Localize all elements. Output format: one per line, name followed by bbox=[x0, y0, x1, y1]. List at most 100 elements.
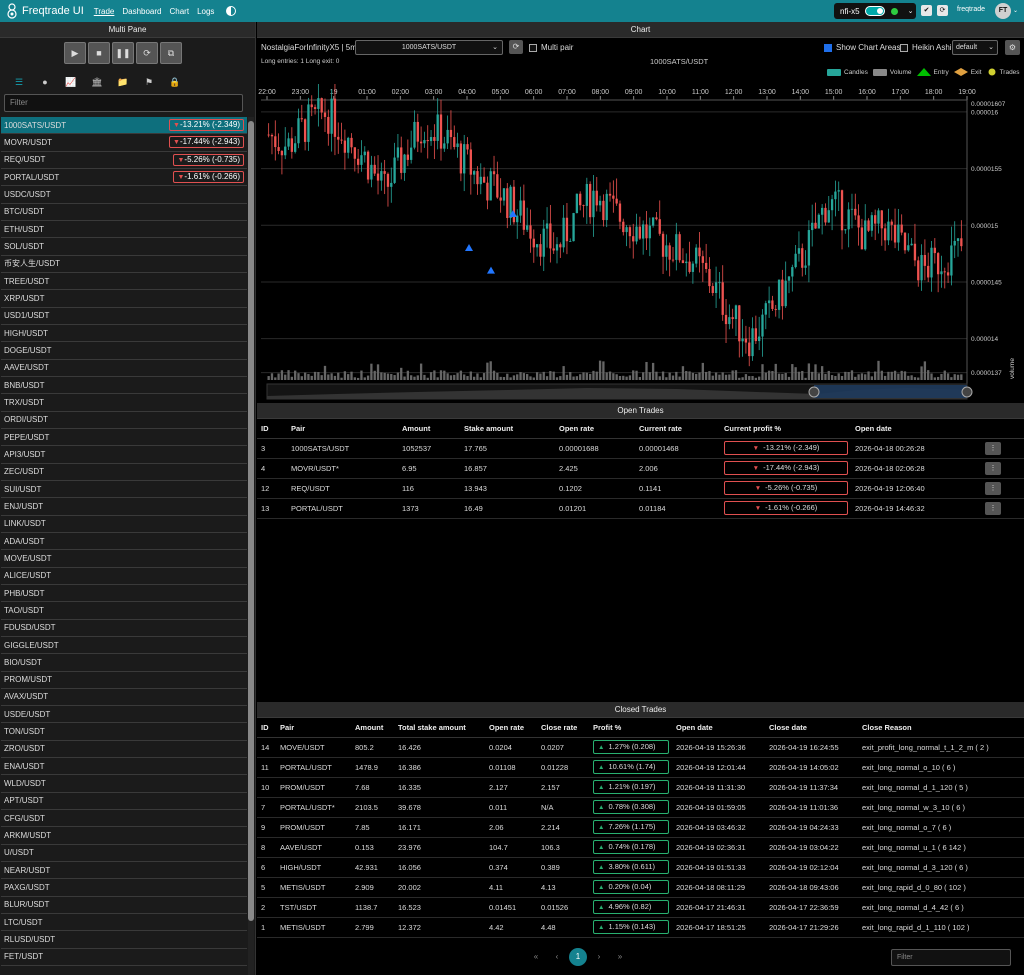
pair-list-item[interactable]: WLD/USDT bbox=[1, 775, 247, 793]
table-row[interactable]: 6 HIGH/USDT 42.931 16.056 0.374 0.389 ▲ 3.80% (… bbox=[257, 857, 1024, 878]
pair-list-item[interactable]: BIO/USDT bbox=[1, 654, 247, 672]
gear-icon[interactable]: ⚙ bbox=[1005, 40, 1020, 55]
column-header[interactable]: Close date bbox=[765, 718, 858, 738]
heikin-ashi-checkbox[interactable]: Heikin Ashi bbox=[900, 43, 952, 52]
avatar[interactable]: FT bbox=[995, 3, 1011, 19]
pair-list-item[interactable]: PAXG/USDT bbox=[1, 879, 247, 897]
column-header[interactable]: Close Reason bbox=[858, 718, 1024, 738]
column-header[interactable]: Pair bbox=[287, 419, 398, 439]
checkbox-checked[interactable] bbox=[824, 43, 832, 52]
table-row[interactable]: 14 MOVE/USDT 805.2 16.426 0.0204 0.0207 ▲ 1.27%… bbox=[257, 737, 1024, 758]
force-exit-icon[interactable]: ⧉ bbox=[160, 42, 182, 64]
pair-list-item[interactable]: ORDI/USDT bbox=[1, 412, 247, 429]
checkbox-box[interactable] bbox=[529, 43, 537, 52]
column-header[interactable]: Total stake amount bbox=[394, 718, 485, 738]
prev-page-icon[interactable]: ‹ bbox=[548, 948, 566, 966]
pair-list-item[interactable]: MOVE/USDT bbox=[1, 550, 247, 568]
trade-actions-icon[interactable]: ⋮ bbox=[985, 481, 1001, 495]
checkbox-box[interactable] bbox=[900, 43, 908, 52]
pause-icon[interactable]: ❚❚ bbox=[112, 42, 134, 64]
legend-volume[interactable]: Volume bbox=[872, 68, 912, 76]
column-header[interactable]: Open date bbox=[672, 718, 765, 738]
column-header[interactable]: ID bbox=[257, 718, 276, 738]
flag-icon[interactable]: ⚑ bbox=[136, 76, 162, 88]
list-icon[interactable]: ☰ bbox=[6, 76, 32, 88]
pair-list-item[interactable]: CFG/USDT bbox=[1, 810, 247, 828]
trade-actions-icon[interactable]: ⋮ bbox=[985, 461, 1001, 475]
pair-list-item[interactable]: LINK/USDT bbox=[1, 516, 247, 533]
table-row[interactable]: 11 PORTAL/USDT 1478.9 16.386 0.01108 0.01228 ▲… bbox=[257, 757, 1024, 778]
pair-list-scrollbar[interactable] bbox=[248, 117, 254, 975]
pair-list-item[interactable]: XRP/USDT bbox=[1, 290, 247, 308]
table-row[interactable]: 12 REQ/USDT 116 13.943 0.1202 0.1141 ▼ -5.26% (… bbox=[257, 478, 1024, 499]
refresh-chart-button[interactable]: ⟳ bbox=[509, 40, 523, 54]
pair-list-item[interactable]: TON/USDT bbox=[1, 723, 247, 741]
column-header[interactable]: Current profit % bbox=[720, 419, 851, 439]
pair-list-item[interactable]: BLUR/USDT bbox=[1, 897, 247, 915]
first-page-icon[interactable]: « bbox=[527, 948, 545, 966]
pair-list-item[interactable]: MOVR/USDT ▼-17.44% (-2.943) bbox=[1, 134, 247, 152]
legend-exit[interactable]: Exit bbox=[953, 68, 982, 76]
table-row[interactable]: 9 PROM/USDT 7.85 16.171 2.06 2.214 ▲ 7.26% (1.1… bbox=[257, 817, 1024, 838]
pair-list-item[interactable]: USD1/USDT bbox=[1, 308, 247, 325]
bot-online-toggle[interactable] bbox=[864, 6, 885, 16]
table-row[interactable]: 8 AAVE/USDT 0.153 23.976 104.7 106.3 ▲ 0.74% (0… bbox=[257, 837, 1024, 858]
table-row[interactable]: 10 PROM/USDT 7.68 16.335 2.127 2.157 ▲ 1.21% (0… bbox=[257, 777, 1024, 798]
trade-actions-icon[interactable]: ⋮ bbox=[985, 501, 1001, 515]
closed-trades-filter-input[interactable]: Filter bbox=[891, 949, 1011, 966]
play-icon[interactable]: ▶ bbox=[64, 42, 86, 64]
pair-list-item[interactable]: FET/USDT bbox=[1, 949, 247, 967]
table-row[interactable]: 13 PORTAL/USDT 1373 16.49 0.01201 0.01184 ▼ -1.… bbox=[257, 498, 1024, 519]
pair-list-item[interactable]: GIGGLE/USDT bbox=[1, 637, 247, 655]
pair-list-item[interactable]: PHB/USDT bbox=[1, 585, 247, 603]
legend-trades[interactable]: Trades bbox=[987, 68, 1020, 76]
table-row[interactable]: 5 METIS/USDT 2.909 20.002 4.11 4.13 ▲ 0.20% (0.… bbox=[257, 877, 1024, 898]
column-header[interactable]: Stake amount bbox=[460, 419, 555, 439]
pair-list-item[interactable]: USDC/USDT bbox=[1, 186, 247, 204]
pair-list-item[interactable]: LTC/USDT bbox=[1, 914, 247, 932]
table-row[interactable]: 2 TST/USDT 1138.7 16.523 0.01451 0.01526 ▲ 4.96… bbox=[257, 897, 1024, 918]
pair-list-item[interactable]: ADA/USDT bbox=[1, 533, 247, 551]
column-header[interactable]: Amount bbox=[351, 718, 394, 738]
column-header[interactable]: Open rate bbox=[485, 718, 537, 738]
column-header[interactable]: Pair bbox=[276, 718, 351, 738]
pair-list-item[interactable]: TAO/USDT bbox=[1, 602, 247, 620]
legend-entry[interactable]: Entry bbox=[916, 68, 949, 76]
pair-select[interactable]: 1000SATS/USDT ⌄ bbox=[355, 40, 503, 55]
pair-list-item[interactable]: RLUSD/USDT bbox=[1, 931, 247, 949]
nav-chart[interactable]: Chart bbox=[170, 7, 190, 16]
pair-list-item[interactable]: NEAR/USDT bbox=[1, 862, 247, 880]
table-row[interactable]: 4 MOVR/USDT* 6.95 16.857 2.425 2.006 ▼ -17.44% … bbox=[257, 458, 1024, 479]
next-page-icon[interactable]: › bbox=[590, 948, 608, 966]
bank-icon[interactable]: 🏛 bbox=[84, 76, 110, 88]
table-row[interactable]: 3 1000SATS/USDT 1052537 17.765 0.00001688 0.0… bbox=[257, 438, 1024, 459]
column-header[interactable]: Open date bbox=[851, 419, 981, 439]
pair-list-item[interactable]: ENA/USDT bbox=[1, 758, 247, 776]
show-chart-areas-checkbox[interactable]: Show Chart Areas bbox=[824, 43, 900, 52]
pair-list-item[interactable]: U/USDT bbox=[1, 845, 247, 863]
table-row[interactable]: 7 PORTAL/USDT* 2103.5 39.678 0.011 N/A ▲ 0.78% … bbox=[257, 797, 1024, 818]
legend-candles[interactable]: Candles bbox=[827, 68, 868, 76]
pair-list-item[interactable]: SUI/USDT bbox=[1, 481, 247, 499]
pair-list-item[interactable]: AVAX/USDT bbox=[1, 689, 247, 707]
theme-toggle-icon[interactable] bbox=[226, 6, 237, 16]
column-header[interactable]: Current rate bbox=[635, 419, 720, 439]
stop-icon[interactable]: ■ bbox=[88, 42, 110, 64]
folder-icon[interactable]: 📁 bbox=[110, 76, 136, 88]
pair-list-item[interactable]: ENJ/USDT bbox=[1, 498, 247, 516]
pair-list-item[interactable]: 币安人生/USDT bbox=[1, 256, 247, 273]
reload-icon[interactable]: ⟳ bbox=[136, 42, 158, 64]
pair-list-item[interactable]: PROM/USDT bbox=[1, 672, 247, 689]
column-header[interactable]: Open rate bbox=[555, 419, 635, 439]
pair-list-item[interactable]: ZEC/USDT bbox=[1, 464, 247, 481]
pair-list-item[interactable]: TRX/USDT bbox=[1, 394, 247, 412]
pair-filter-input[interactable]: Filter bbox=[4, 94, 243, 112]
pair-list-item[interactable]: SOL/USDT bbox=[1, 238, 247, 256]
column-header[interactable]: Amount bbox=[398, 419, 460, 439]
pair-list-item[interactable]: 1000SATS/USDT ▼-13.21% (-2.349) bbox=[1, 117, 247, 135]
nav-logs[interactable]: Logs bbox=[197, 7, 214, 16]
column-header[interactable]: Close rate bbox=[537, 718, 589, 738]
page-number[interactable]: 1 bbox=[569, 948, 587, 966]
pair-list-item[interactable]: USDE/USDT bbox=[1, 706, 247, 724]
info-icon[interactable]: ● bbox=[32, 76, 58, 88]
